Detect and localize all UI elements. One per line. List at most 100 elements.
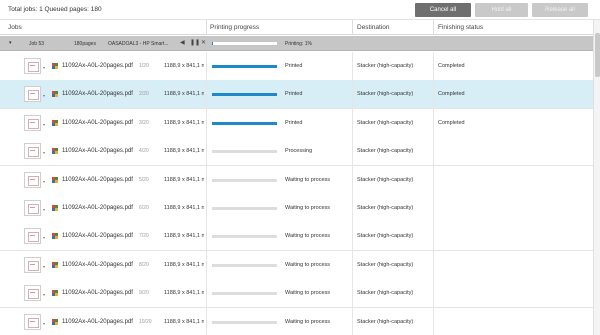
file-name: 11092Ax-A0L-20pages.pdf [62,91,133,98]
page-index: 3/20 [139,119,149,126]
vertical-scrollbar[interactable] [593,20,600,335]
page-thumbnail[interactable] [24,58,41,74]
page-index: 6/20 [139,205,149,211]
column-divider [206,307,207,335]
file-name: 11092Ax-A0L-20pages.pdf [62,148,133,155]
thumbnail-dropdown-icon[interactable]: ▾ [43,235,45,240]
hold-all-button[interactable]: Hold all [475,3,528,17]
print-status: Processing [285,148,313,155]
thumbnail-dropdown-icon[interactable]: ▾ [43,65,45,70]
move-back-icon[interactable]: ◀ [180,40,185,47]
file-name: 11092Ax-A0L-20pages.pdf [62,261,133,268]
print-status: Waiting to process [285,176,331,183]
file-row[interactable]: ▾ 11092Ax-A0L-20pages.pdf 2/20 1188,9 x 841… [0,80,593,110]
file-row[interactable]: ▾ 11092Ax-A0L-20pages.pdf 5/20 1188,9 x 841… [0,165,593,195]
page-size: 1188,9 x 841,1 n [164,261,204,268]
file-type-icon [52,63,58,69]
thumbnail-dropdown-icon[interactable]: ▾ [43,264,45,269]
file-row[interactable]: ▾ 11092Ax-A0L-20pages.pdf 8/20 1188,9 x 841… [0,250,593,280]
column-divider [352,108,353,138]
thumbnail-dropdown-icon[interactable]: ▾ [43,321,45,326]
column-divider [433,52,434,81]
column-divider [433,279,434,309]
page-size: 1188,9 x 841,1 n [164,63,204,69]
page-thumbnail[interactable] [24,285,41,302]
page-size: 1188,9 x 841,1 n [164,148,204,155]
thumbnail-dropdown-icon[interactable]: ▾ [43,179,45,184]
page-thumbnail[interactable] [24,171,41,188]
destination: Stacker (high-capacity) [357,63,414,69]
column-jobs[interactable]: Jobs [8,24,22,31]
file-type-icon [52,91,58,98]
print-status: Waiting to process [285,318,331,325]
page-size: 1188,9 x 841,1 n [164,290,204,297]
column-divider [433,80,434,110]
progress-bar [212,235,277,239]
top-toolbar: Total jobs: 1 Queued pages: 180 Cancel a… [0,0,600,20]
release-all-button[interactable]: Release all [532,3,588,17]
column-divider [433,165,434,195]
print-status: Waiting to process [285,261,331,268]
page-thumbnail[interactable] [24,228,41,245]
job-status: Printing: 1% [285,41,312,47]
column-printing-progress[interactable]: Printing progress [210,24,259,31]
cancel-job-icon[interactable]: ✕ [201,40,206,47]
finishing-status: Completed [438,63,465,69]
destination: Stacker (high-capacity) [357,318,414,325]
page-index: 5/20 [139,176,149,183]
column-divider [206,137,207,167]
thumbnail-dropdown-icon[interactable]: ▾ [43,150,45,155]
file-row[interactable]: ▾ 11092Ax-A0L-20pages.pdf 6/20 1188,9 x 841… [0,194,593,223]
page-thumbnail[interactable] [24,200,41,216]
page-size: 1188,9 x 841,1 n [164,91,204,98]
thumbnail-dropdown-icon[interactable]: ▾ [43,93,45,98]
finishing-status: Completed [438,119,465,126]
cancel-all-button[interactable]: Cancel all [415,3,471,17]
page-size: 1188,9 x 841,1 n [164,318,204,325]
column-divider [206,194,207,223]
column-divider [352,52,353,81]
file-row[interactable]: ▾ 11092Ax-A0L-20pages.pdf 9/20 1188,9 x 841… [0,279,593,309]
file-type-icon [52,233,58,240]
page-index: 2/20 [139,91,149,98]
file-row[interactable]: ▾ 11092Ax-A0L-20pages.pdf 3/20 1188,9 x 841… [0,108,593,138]
column-divider [433,307,434,335]
job-row[interactable]: ▾ Job 53 180pages OASADOAL3 - HP Smart..… [0,36,593,51]
destination: Stacker (high-capacity) [357,233,414,240]
page-thumbnail[interactable] [24,86,41,103]
column-divider [352,222,353,252]
page-thumbnail[interactable] [24,313,41,330]
file-row[interactable]: ▾ 11092Ax-A0L-20pages.pdf 4/20 1188,9 x 841… [0,137,593,167]
progress-fill [212,65,277,68]
column-divider [352,80,353,110]
thumbnail-dropdown-icon[interactable]: ▾ [43,207,45,212]
file-row[interactable]: ▾ 11092Ax-A0L-20pages.pdf 10/20 1188,9 x 84… [0,307,593,335]
thumbnail-dropdown-icon[interactable]: ▾ [43,122,45,127]
collapse-chevron-icon[interactable]: ▾ [9,40,15,46]
destination: Stacker (high-capacity) [357,205,414,211]
file-type-icon [52,205,58,211]
column-divider [206,20,207,35]
page-thumbnail[interactable] [24,143,41,160]
column-destination[interactable]: Destination [357,24,390,31]
pause-icon[interactable]: ❚❚ [190,40,200,47]
scrollbar-thumb[interactable] [595,33,600,77]
file-name: 11092Ax-A0L-20pages.pdf [62,205,133,211]
destination: Stacker (high-capacity) [357,148,414,155]
file-row[interactable]: ▾ 11092Ax-A0L-20pages.pdf 7/20 1188,9 x 841… [0,222,593,252]
column-divider [433,20,434,35]
print-status: Printed [285,119,303,126]
destination: Stacker (high-capacity) [357,261,414,268]
page-thumbnail[interactable] [24,114,41,131]
page-thumbnail[interactable] [24,256,41,273]
destination: Stacker (high-capacity) [357,290,414,297]
column-divider [433,222,434,252]
file-row[interactable]: ▾ 11092Ax-A0L-20pages.pdf 1/20 1188,9 x 841… [0,52,593,81]
progress-bar [212,121,277,125]
job-progress-bar [212,42,277,45]
column-finishing-status[interactable]: Finishing status [438,24,483,31]
file-name: 11092Ax-A0L-20pages.pdf [62,318,133,325]
column-divider [352,20,353,35]
column-divider [206,52,207,81]
thumbnail-dropdown-icon[interactable]: ▾ [43,292,45,297]
